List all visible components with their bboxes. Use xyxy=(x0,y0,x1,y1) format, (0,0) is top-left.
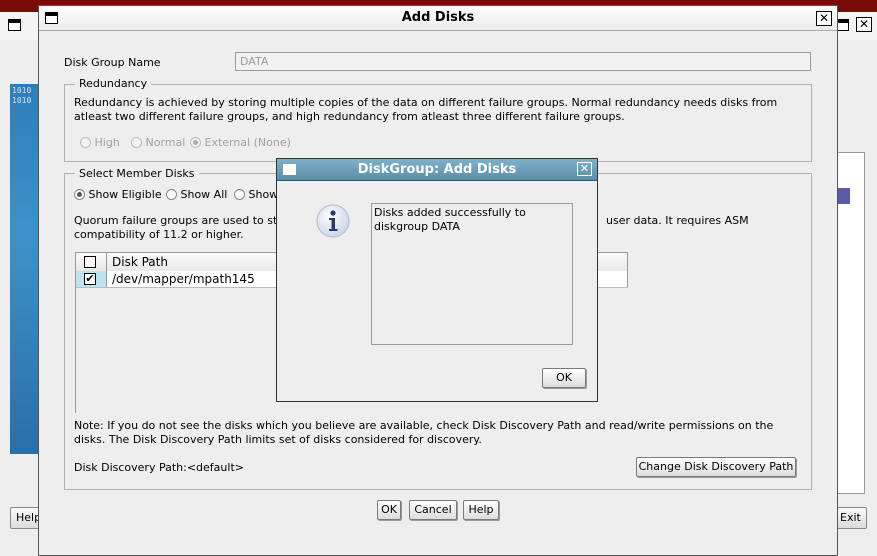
show-all-option[interactable]: Show All xyxy=(166,188,227,201)
quorum-note-start: Quorum failure groups are used to sto xyxy=(74,214,285,227)
background-banner-text: 1010 1010 xyxy=(12,86,32,105)
info-icon xyxy=(316,204,350,238)
redundancy-legend: Redundancy xyxy=(75,77,152,90)
popup-message: Disks added successfully to diskgroup DA… xyxy=(371,203,573,345)
popup-titlebar: DiskGroup: Add Disks ✕ xyxy=(277,159,597,181)
column-separator xyxy=(627,253,628,271)
redundancy-external-option: External (None) xyxy=(190,136,291,149)
background-banner-image xyxy=(10,84,40,454)
disk-path-cell: /dev/mapper/mpath145 xyxy=(112,272,255,286)
quorum-note-end: user data. It requires ASM xyxy=(606,214,749,227)
show-eligible-option[interactable]: Show Eligible xyxy=(74,188,162,201)
redundancy-high-option: High xyxy=(80,136,120,149)
radio-show-eligible[interactable] xyxy=(74,189,85,200)
redundancy-description: Redundancy is achieved by storing multip… xyxy=(74,96,778,123)
discovery-path-label: Disk Discovery Path:<default> xyxy=(74,461,244,474)
disk-group-name-label: Disk Group Name xyxy=(64,56,161,69)
close-icon[interactable]: ✕ xyxy=(856,17,872,32)
add-disks-success-popup: DiskGroup: Add Disks ✕ Disks added succe… xyxy=(276,158,598,402)
background-exit-button[interactable]: Exit xyxy=(834,507,867,529)
column-separator xyxy=(106,253,107,271)
help-button[interactable]: Help xyxy=(463,500,499,520)
popup-ok-button[interactable]: OK xyxy=(542,368,586,388)
column-separator xyxy=(627,271,628,287)
change-discovery-path-button[interactable]: Change Disk Discovery Path xyxy=(636,457,796,477)
checkmark-icon: ✔ xyxy=(85,272,95,285)
dialog-title: Add Disks xyxy=(401,10,475,25)
row-checkbox[interactable]: ✔ xyxy=(84,273,96,285)
radio-high xyxy=(80,137,91,148)
radio-show-other[interactable] xyxy=(234,189,245,200)
ok-button[interactable]: OK xyxy=(377,500,401,520)
radio-show-all[interactable] xyxy=(166,189,177,200)
popup-title: DiskGroup: Add Disks xyxy=(357,162,517,177)
close-icon[interactable]: ✕ xyxy=(577,162,592,176)
quorum-note-line2: compatibility of 11.2 or higher. xyxy=(74,228,244,241)
window-menu-icon[interactable] xyxy=(8,19,21,31)
dialog-titlebar: Add Disks ✕ xyxy=(39,6,837,31)
radio-external xyxy=(190,137,201,148)
disk-path-column-header[interactable]: Disk Path xyxy=(112,255,168,269)
show-other-option[interactable]: Show xyxy=(234,188,278,201)
column-separator xyxy=(106,271,107,287)
discovery-note: Note: If you do not see the disks which … xyxy=(74,419,774,446)
disk-group-name-field[interactable]: DATA xyxy=(235,52,811,71)
member-disks-legend: Select Member Disks xyxy=(75,167,199,180)
background-selection-bar xyxy=(837,188,850,204)
redundancy-normal-option: Normal xyxy=(131,136,185,149)
select-all-checkbox[interactable] xyxy=(84,256,96,268)
cancel-button[interactable]: Cancel xyxy=(409,500,457,520)
close-icon[interactable]: ✕ xyxy=(816,11,832,26)
radio-normal xyxy=(131,137,142,148)
